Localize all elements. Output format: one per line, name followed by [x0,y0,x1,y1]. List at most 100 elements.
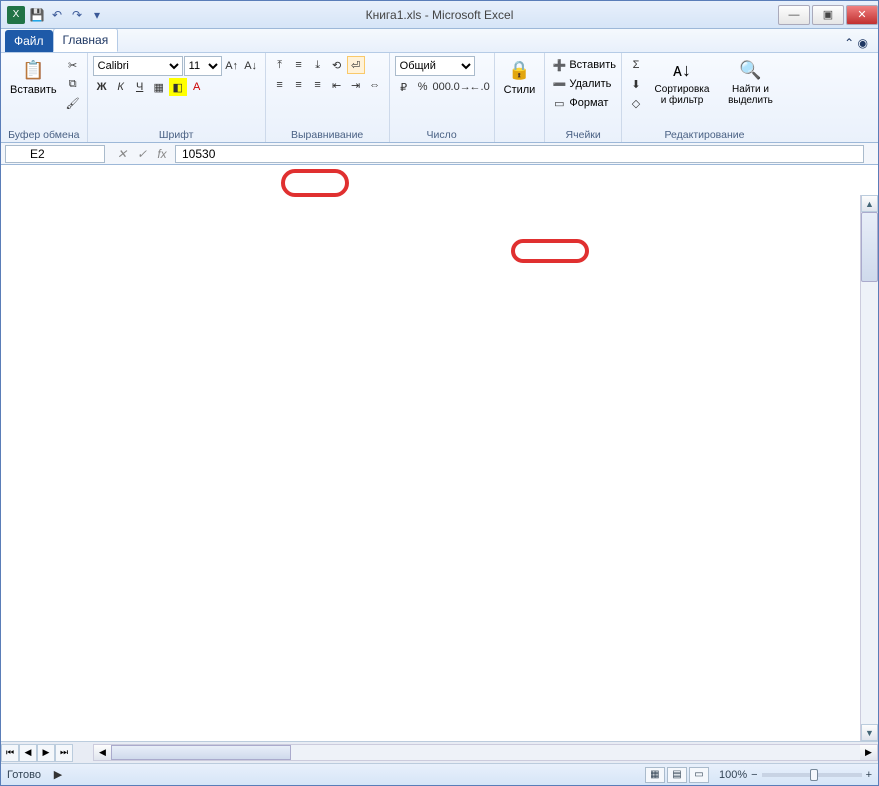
find-select-button[interactable]: 🔍 Найти и выделить [719,56,782,108]
scroll-down-icon[interactable]: ▼ [861,724,878,741]
paste-label: Вставить [10,84,57,96]
scroll-right-icon[interactable]: ▶ [860,745,877,760]
increase-indent-icon[interactable]: ⇥ [347,76,365,94]
fill-icon[interactable]: ⬇ [627,75,645,93]
copy-icon[interactable]: ⧉ [64,75,82,93]
group-label [500,140,540,141]
styles-button[interactable]: 🔒 Стили [500,56,540,98]
italic-icon[interactable]: К [112,78,130,96]
align-center-icon[interactable]: ≡ [290,76,308,94]
wrap-text-icon[interactable]: ⏎ [347,56,365,74]
spreadsheet-grid[interactable] [1,195,860,741]
sheet-prev-icon[interactable]: ◀ [19,744,37,762]
cut-icon[interactable]: ✂ [64,56,82,74]
group-editing: Σ ⬇ ◇ ᴀ↓ Сортировка и фильтр 🔍 Найти и в… [622,53,787,142]
sheet-first-icon[interactable]: ⏮ [1,744,19,762]
group-label: Ячейки [550,128,616,141]
bold-icon[interactable]: Ж [93,78,111,96]
comma-icon[interactable]: 000 [433,78,451,96]
format-button[interactable]: ▭Формат [550,94,608,112]
number-format-select[interactable]: Общий [395,56,475,76]
sheet-nav: ⏮ ◀ ▶ ⏭ [1,744,73,762]
increase-decimal-icon[interactable]: .0→ [452,78,470,96]
status-bar: Готово ▶ ▦ ▤ ▭ 100% − + [1,763,878,785]
scroll-thumb[interactable] [111,745,291,760]
orientation-icon[interactable]: ⟲ [328,56,346,74]
scroll-up-icon[interactable]: ▲ [861,195,878,212]
enter-formula-icon[interactable]: ✓ [133,147,151,161]
close-button[interactable]: ✕ [846,5,878,25]
group-label: Шрифт [93,128,260,141]
ribbon: 📋 Вставить ✂ ⧉ 🖌 Буфер обмена Calibri 11… [1,53,878,143]
font-color-icon[interactable]: A [188,78,206,96]
formula-buttons: ✕ ✓ fx [113,147,171,161]
decrease-font-icon[interactable]: A↓ [242,57,260,75]
minimize-button[interactable]: — [778,5,810,25]
formula-bar: E2 ✕ ✓ fx 10530 [1,143,878,165]
tab-file[interactable]: Файл [5,30,53,52]
align-right-icon[interactable]: ≡ [309,76,327,94]
sort-icon: ᴀ↓ [670,58,694,82]
font-name-select[interactable]: Calibri [93,56,183,76]
align-left-icon[interactable]: ≡ [271,76,289,94]
decrease-decimal-icon[interactable]: ←.0 [471,78,489,96]
insert-button[interactable]: ➕Вставить [550,56,616,74]
paste-button[interactable]: 📋 Вставить [6,56,61,98]
decrease-indent-icon[interactable]: ⇤ [328,76,346,94]
window-title: Книга1.xls - Microsoft Excel [1,8,878,22]
sheet-next-icon[interactable]: ▶ [37,744,55,762]
merge-icon[interactable]: ⇔ [366,76,384,94]
normal-view-icon[interactable]: ▦ [645,767,665,783]
delete-button[interactable]: ➖Удалить [550,75,611,93]
qat-more-icon[interactable]: ▾ [89,7,105,23]
scroll-thumb[interactable] [861,212,878,282]
font-size-select[interactable]: 11 [184,56,222,76]
autosum-icon[interactable]: Σ [627,56,645,74]
group-cells: ➕Вставить ➖Удалить ▭Формат Ячейки [545,53,622,142]
align-middle-icon[interactable]: ≡ [290,56,308,74]
zoom-in-icon[interactable]: + [866,769,872,781]
ribbon-help-icon[interactable]: ⌃ ◉ [834,34,878,52]
undo-icon[interactable]: ↶ [49,7,65,23]
border-icon[interactable]: ▦ [150,78,168,96]
group-label: Число [395,128,489,141]
page-break-view-icon[interactable]: ▭ [689,767,709,783]
page-layout-view-icon[interactable]: ▤ [667,767,687,783]
underline-icon[interactable]: Ч [131,78,149,96]
percent-icon[interactable]: % [414,78,432,96]
vertical-scrollbar[interactable]: ▲ ▼ [860,195,878,741]
styles-label: Стили [504,84,536,96]
styles-icon: 🔒 [507,58,531,82]
title-bar: X 💾 ↶ ↷ ▾ Книга1.xls - Microsoft Excel —… [1,1,878,29]
zoom-slider[interactable] [762,773,862,777]
clear-icon[interactable]: ◇ [627,94,645,112]
horizontal-scrollbar[interactable]: ◀ ▶ [93,744,878,761]
find-icon: 🔍 [738,58,762,82]
increase-font-icon[interactable]: A↑ [223,57,241,75]
excel-icon[interactable]: X [7,6,25,24]
macro-record-icon[interactable]: ▶ [49,766,67,784]
group-clipboard: 📋 Вставить ✂ ⧉ 🖌 Буфер обмена [1,53,88,142]
sort-filter-button[interactable]: ᴀ↓ Сортировка и фильтр [648,56,716,108]
sheet-last-icon[interactable]: ⏭ [55,744,73,762]
formula-input[interactable]: 10530 [175,145,864,163]
fx-icon[interactable]: fx [153,147,171,161]
align-bottom-icon[interactable]: ⤓ [309,56,327,74]
name-box[interactable]: E2 [5,145,105,163]
status-ready: Готово [7,769,41,781]
redo-icon[interactable]: ↷ [69,7,85,23]
quick-access-toolbar: X 💾 ↶ ↷ ▾ [1,6,105,24]
scroll-left-icon[interactable]: ◀ [94,745,111,760]
zoom-out-icon[interactable]: − [751,769,757,781]
sort-label: Сортировка и фильтр [652,84,712,106]
fill-color-icon[interactable]: ◧ [169,78,187,96]
save-icon[interactable]: 💾 [29,7,45,23]
format-painter-icon[interactable]: 🖌 [64,94,82,112]
currency-icon[interactable]: ₽ [395,78,413,96]
cancel-formula-icon[interactable]: ✕ [113,147,131,161]
align-top-icon[interactable]: ⤒ [271,56,289,74]
tab-главная[interactable]: Главная [53,28,119,52]
group-number: Общий ₽ % 000 .0→ ←.0 Число [390,53,495,142]
zoom-level[interactable]: 100% [719,769,747,781]
maximize-button[interactable]: ▣ [812,5,844,25]
